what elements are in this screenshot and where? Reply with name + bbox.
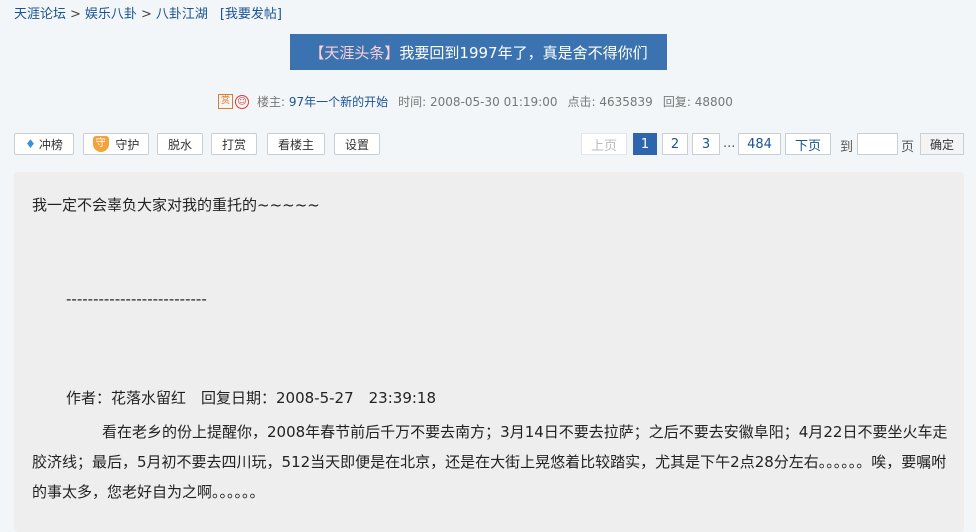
post-time: 2008-05-30 01:19:00	[430, 94, 558, 109]
page-2-button[interactable]: 2	[662, 133, 688, 155]
breadcrumb-separator: >	[140, 7, 152, 22]
breadcrumb-forum-link[interactable]: 天涯论坛	[14, 7, 66, 22]
author-link[interactable]: 97年一个新的开始	[289, 93, 388, 110]
post-divider: --------------------------	[66, 290, 207, 308]
breadcrumb-section-link[interactable]: 娱乐八卦	[85, 7, 137, 22]
owner-only-button[interactable]: 看楼主	[267, 133, 325, 155]
settings-button[interactable]: 设置	[334, 133, 380, 155]
reply-count: 48800	[694, 94, 733, 109]
click-count: 4635839	[599, 94, 653, 109]
post-meta: 赏 ☺ 楼主: 97年一个新的开始 时间: 2008-05-30 01:19:0…	[218, 93, 733, 110]
new-post-link[interactable]: [我要发帖]	[220, 7, 282, 22]
replies-label: 回复:	[662, 95, 691, 109]
tip-button[interactable]: 打赏	[211, 133, 257, 155]
owner-label: 楼主:	[257, 95, 286, 109]
guard-button-label: 守护	[115, 137, 140, 152]
breadcrumb-board-link[interactable]: 八卦江湖	[156, 7, 208, 22]
post-first-line: 我一定不会辜负大家对我的重托的~~~~~	[32, 196, 320, 214]
goto-label: 到	[840, 140, 854, 155]
page-1-button[interactable]: 1	[633, 133, 657, 155]
clicks-label: 点击:	[567, 95, 596, 109]
diamond-icon: ♦	[25, 137, 36, 151]
time-label: 时间:	[398, 95, 427, 109]
smile-icon: ☺	[235, 94, 249, 109]
reward-badge-icon: 赏	[218, 94, 233, 109]
guard-button[interactable]: 守 守护	[83, 133, 149, 155]
quote-header: 作者：花落水留红 回复日期：2008-5-27 23:39:18	[66, 389, 436, 407]
prev-page-button[interactable]: 上页	[581, 133, 627, 155]
breadcrumb-separator: >	[70, 7, 81, 22]
post-title-text: 我要回到1997年了，真是舍不得你们	[399, 43, 648, 62]
last-page-button[interactable]: 484	[738, 133, 781, 155]
rank-button-label: 冲榜	[38, 137, 63, 152]
headline-tag: 【天涯头条】	[309, 43, 400, 62]
next-page-button[interactable]: 下页	[785, 133, 831, 155]
dewater-button[interactable]: 脱水	[157, 133, 203, 155]
pager-ellipsis: ...	[723, 136, 736, 151]
rank-button[interactable]: ♦ 冲榜	[14, 133, 74, 155]
page-unit-label: 页	[901, 140, 915, 155]
page-number-input[interactable]	[857, 133, 898, 155]
confirm-page-button[interactable]: 确定	[920, 133, 964, 155]
shield-icon: 守	[92, 136, 109, 152]
breadcrumb: 天涯论坛 > 娱乐八卦 > 八卦江湖 [我要发帖]	[14, 3, 282, 22]
post-content: 我一定不会辜负大家对我的重托的~~~~~ -------------------…	[14, 172, 964, 532]
quote-paragraph: 看在老乡的份上提醒你，2008年春节前后千万不要去南方；3月14日不要去拉萨；之…	[32, 423, 948, 501]
post-title: 【天涯头条】 我要回到1997年了，真是舍不得你们	[290, 34, 667, 70]
page-3-button[interactable]: 3	[692, 133, 720, 155]
